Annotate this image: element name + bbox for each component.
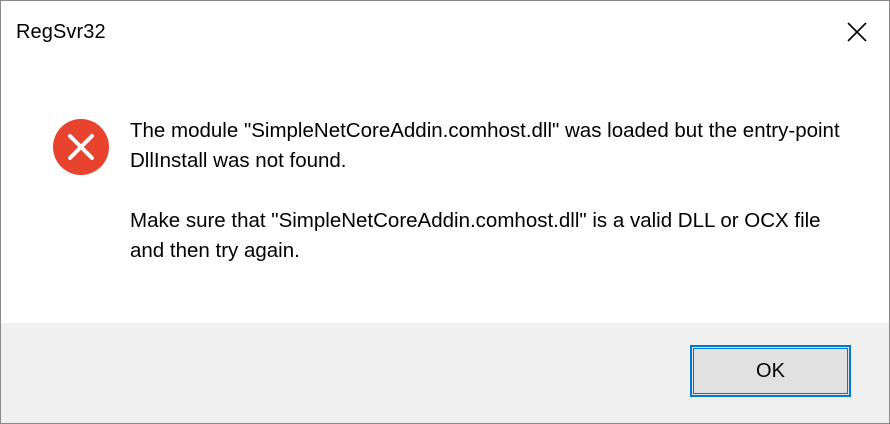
message-line-2: Make sure that "SimpleNetCoreAddin.comho… [130, 209, 821, 262]
close-icon [847, 22, 867, 42]
ok-button[interactable]: OK [690, 345, 851, 397]
close-button[interactable] [825, 1, 889, 63]
title-bar: RegSvr32 [1, 1, 889, 65]
dialog-window: RegSvr32 The module "SimpleNetCoreAddin.… [0, 0, 890, 424]
dialog-content: The module "SimpleNetCoreAddin.comhost.d… [1, 65, 889, 323]
error-icon [53, 119, 109, 175]
window-title: RegSvr32 [16, 21, 106, 43]
message-line-1: The module "SimpleNetCoreAddin.comhost.d… [130, 119, 840, 172]
message-text: The module "SimpleNetCoreAddin.comhost.d… [130, 116, 850, 296]
button-bar: OK [1, 323, 889, 423]
